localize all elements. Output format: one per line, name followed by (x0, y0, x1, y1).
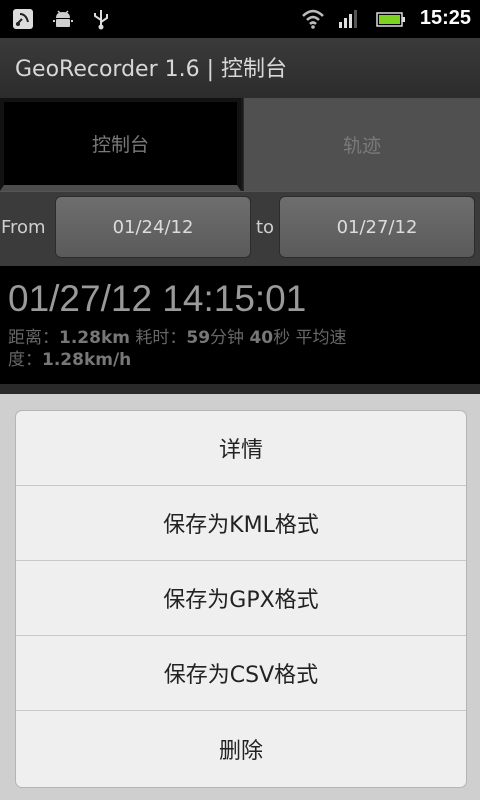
tab-track[interactable]: 轨迹 (243, 98, 480, 191)
tab-console[interactable]: 控制台 (0, 98, 241, 191)
dim-divider (0, 384, 480, 394)
tab-track-label: 轨迹 (342, 135, 381, 157)
context-menu-overlay: 详情 保存为KML格式 保存为GPX格式 保存为CSV格式 删除 (0, 394, 480, 800)
from-date-value: 01/24/12 (112, 216, 194, 238)
speed-value: 1.28km/h (42, 350, 132, 370)
from-label: From (1, 217, 46, 238)
speed-label-part1: 平均速 (295, 328, 347, 348)
usb-icon (90, 8, 112, 30)
duration-minutes-unit: 分钟 (210, 328, 245, 348)
battery-icon (376, 8, 406, 30)
track-list-item[interactable]: 01/27/12 14:15:01 距离：1.28km 耗时：59分钟 40秒 … (0, 266, 480, 384)
menu-item-save-kml[interactable]: 保存为KML格式 (16, 486, 466, 561)
to-date-value: 01/27/12 (336, 216, 418, 238)
context-menu: 详情 保存为KML格式 保存为GPX格式 保存为CSV格式 删除 (15, 410, 467, 788)
from-date-button[interactable]: 01/24/12 (55, 196, 251, 258)
track-datetime: 01/27/12 14:15:01 (8, 278, 307, 319)
speed-label-part2: 度： (8, 350, 42, 370)
android-debug-icon (52, 8, 74, 30)
duration-seconds: 40 (249, 328, 274, 348)
title-bar: GeoRecorder 1.6 | 控制台 (0, 38, 480, 99)
app-title: GeoRecorder 1.6 | 控制台 (15, 57, 288, 82)
status-bar: 15:25 (0, 0, 480, 38)
tab-console-label: 控制台 (91, 134, 149, 156)
duration-seconds-unit: 秒 (273, 328, 291, 348)
menu-item-details[interactable]: 详情 (16, 411, 466, 486)
duration-minutes: 59 (186, 328, 211, 348)
to-date-button[interactable]: 01/27/12 (279, 196, 475, 258)
clock-time: 15:25 (419, 7, 471, 29)
duration-label: 耗时： (135, 328, 187, 348)
track-stats: 距离：1.28km 耗时：59分钟 40秒 平均速 度：1.28km/h (8, 327, 408, 371)
tab-bar: 控制台 轨迹 (0, 98, 480, 191)
menu-item-delete[interactable]: 删除 (16, 711, 466, 786)
menu-item-save-gpx[interactable]: 保存为GPX格式 (16, 561, 466, 636)
wifi-icon (301, 8, 324, 30)
menu-item-save-csv[interactable]: 保存为CSV格式 (16, 636, 466, 711)
date-filter-row: From 01/24/12 to 01/27/12 (0, 191, 480, 266)
satellite-icon (12, 8, 34, 30)
to-label: to (256, 217, 275, 238)
signal-icon (337, 8, 359, 30)
app-screen: 15:25 GeoRecorder 1.6 | 控制台 控制台 轨迹 From … (0, 0, 480, 800)
distance-label: 距离： (8, 328, 59, 348)
distance-value: 1.28km (59, 328, 130, 348)
